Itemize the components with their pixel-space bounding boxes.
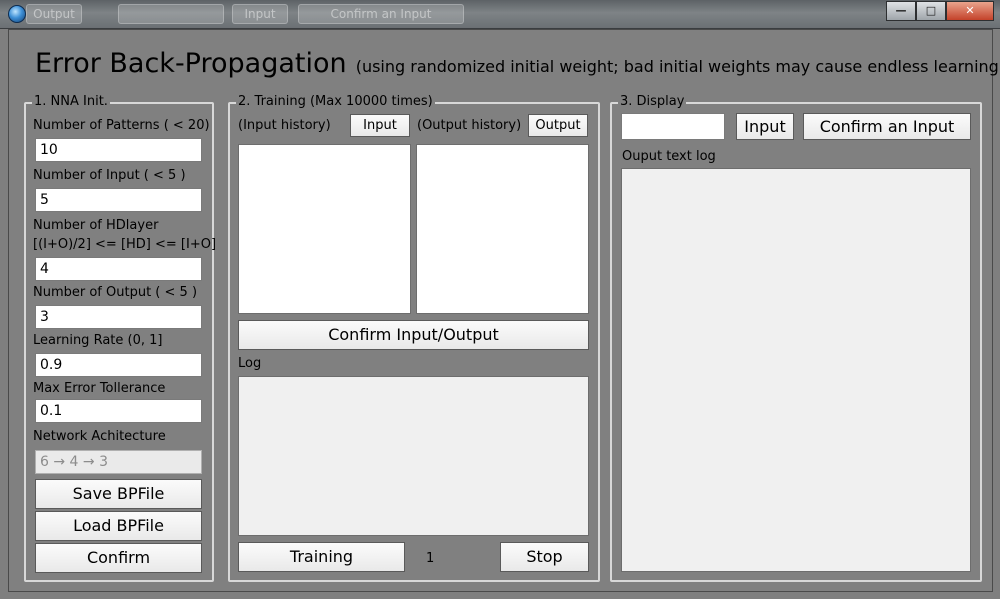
training-legend: 2. Training (Max 10000 times) — [236, 94, 435, 109]
learning-rate-label: Learning Rate (0, 1] — [33, 333, 163, 348]
network-architecture-field: 6 → 4 → 3 — [35, 450, 202, 474]
page-title: Error Back-Propagation (using randomized… — [35, 48, 1000, 79]
input-history-label: (Input history) — [238, 118, 331, 133]
training-group: 2. Training (Max 10000 times) (Input his… — [228, 94, 600, 582]
load-bpfile-button[interactable]: Load BPFile — [35, 511, 202, 541]
close-icon[interactable]: ✕ — [946, 1, 994, 21]
window-controls: — □ ✕ — [886, 1, 994, 21]
save-bpfile-button[interactable]: Save BPFile — [35, 479, 202, 509]
confirm-an-input-button[interactable]: Confirm an Input — [803, 113, 971, 140]
stop-button[interactable]: Stop — [500, 542, 589, 572]
window-titlebar: Output Input Confirm an Input — □ ✕ — [0, 0, 1000, 29]
iteration-counter: 1 — [426, 551, 435, 566]
title-text: Error Back-Propagation — [35, 48, 347, 79]
display-group: 3. Display Input Confirm an Input Ouput … — [610, 94, 982, 582]
ghost-confirm-button: Confirm an Input — [298, 4, 464, 24]
client-area: Error Back-Propagation (using randomized… — [8, 29, 1000, 592]
maximize-icon[interactable]: □ — [916, 1, 946, 21]
error-tolerance-input[interactable]: 0.1 — [35, 399, 202, 423]
display-input-field[interactable] — [621, 113, 725, 140]
hdlayer-range-label: [(I+O)/2] <= [HD] <= [I+O] — [33, 237, 217, 252]
ghost-input-field — [118, 4, 224, 24]
subtitle-text: (using randomized initial weight; bad in… — [355, 57, 1000, 76]
ghost-output-button: Output — [26, 4, 82, 24]
input-count-input[interactable]: 5 — [35, 188, 202, 212]
error-tolerance-label: Max Error Tollerance — [33, 381, 166, 396]
output-history-label: (Output history) — [417, 118, 522, 133]
minimize-icon[interactable]: — — [886, 1, 916, 21]
output-log-label: Ouput text log — [622, 149, 716, 164]
input-count-label: Number of Input ( < 5 ) — [33, 168, 186, 183]
learning-rate-input[interactable]: 0.9 — [35, 353, 202, 377]
display-legend: 3. Display — [618, 94, 687, 109]
app-globe-icon — [8, 5, 26, 23]
network-architecture-label: Network Achitecture — [33, 429, 166, 444]
log-label: Log — [238, 356, 262, 371]
confirm-button[interactable]: Confirm — [35, 543, 202, 573]
output-text-log[interactable] — [621, 168, 971, 572]
patterns-input[interactable]: 10 — [35, 138, 202, 162]
nna-init-group: 1. NNA Init. Number of Patterns ( < 20) … — [24, 94, 217, 582]
output-count-label: Number of Output ( < 5 ) — [33, 285, 198, 300]
output-button[interactable]: Output — [528, 114, 588, 137]
training-log-area[interactable] — [238, 376, 589, 536]
input-button[interactable]: Input — [350, 114, 410, 137]
input-history-list[interactable] — [238, 144, 411, 314]
ghost-input-button: Input — [232, 4, 288, 24]
hdlayer-label: Number of HDlayer — [33, 218, 159, 233]
patterns-label: Number of Patterns ( < 20) — [33, 118, 210, 133]
display-input-button[interactable]: Input — [736, 113, 794, 140]
output-history-list[interactable] — [416, 144, 589, 314]
nna-init-legend: 1. NNA Init. — [32, 94, 110, 109]
training-button[interactable]: Training — [238, 542, 405, 572]
hdlayer-input[interactable]: 4 — [35, 257, 202, 281]
confirm-input-output-button[interactable]: Confirm Input/Output — [238, 320, 589, 350]
output-count-input[interactable]: 3 — [35, 305, 202, 329]
